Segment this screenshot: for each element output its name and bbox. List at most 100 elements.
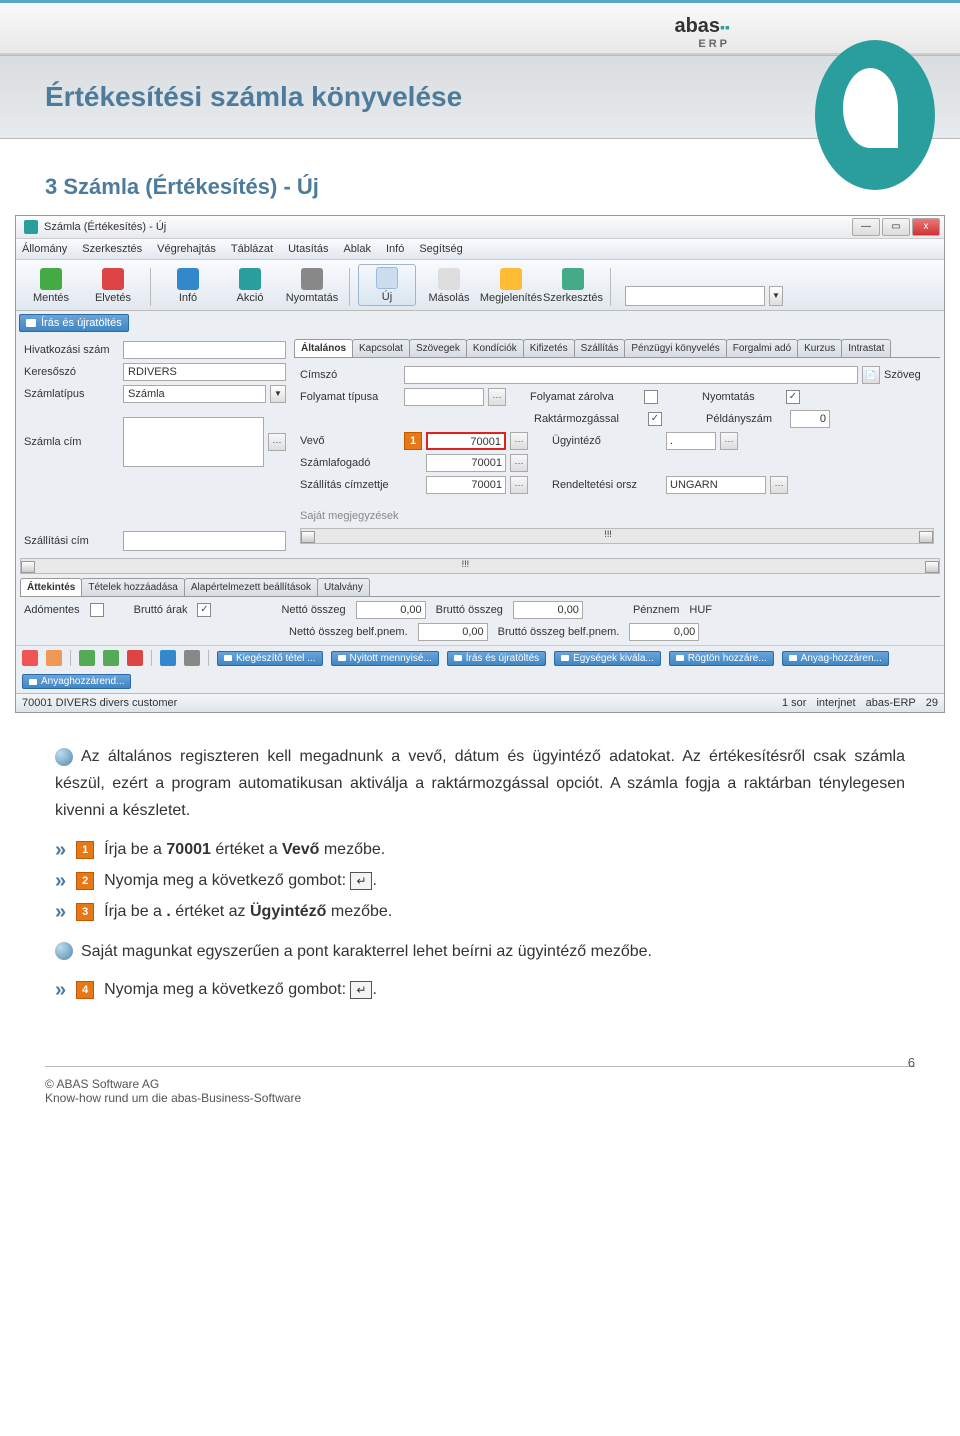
doc-icon[interactable]: 📄 bbox=[862, 366, 880, 384]
tab-finance[interactable]: Pénzügyi könyvelés bbox=[624, 339, 726, 357]
print-small-icon[interactable] bbox=[184, 650, 200, 666]
tabstrip-lower: Áttekintés Tételek hozzáadása Alapértelm… bbox=[20, 578, 940, 597]
bruttoarak-checkbox[interactable]: ✓ bbox=[197, 603, 211, 617]
plus2-icon[interactable] bbox=[103, 650, 119, 666]
action-units[interactable]: Egységek kivála... bbox=[554, 651, 661, 666]
action-open-qty[interactable]: Nyitott mennyisé... bbox=[331, 651, 439, 666]
tab-intrastat[interactable]: Intrastat bbox=[841, 339, 891, 357]
menu-help[interactable]: Segítség bbox=[419, 243, 462, 255]
lookup-icon[interactable]: ⋯ bbox=[488, 388, 506, 406]
menu-exec[interactable]: Végrehajtás bbox=[157, 243, 216, 255]
ugy-input[interactable]: . bbox=[666, 432, 716, 450]
rend-input[interactable]: UNGARN bbox=[666, 476, 766, 494]
discard-button[interactable]: Elvetés bbox=[84, 266, 142, 306]
h-scrollbar[interactable]: !!! bbox=[300, 528, 934, 544]
search-input[interactable]: RDIVERS bbox=[123, 363, 286, 381]
lookup-icon[interactable]: ⋯ bbox=[720, 432, 738, 450]
toolbar-search-dropdown[interactable]: ▼ bbox=[769, 286, 783, 306]
copy-button[interactable]: Másolás bbox=[420, 266, 478, 306]
action-material[interactable]: Anyag-hozzáren... bbox=[782, 651, 889, 666]
minimize-button[interactable]: — bbox=[852, 218, 880, 236]
plus-icon[interactable] bbox=[79, 650, 95, 666]
lookup-icon[interactable]: ⋯ bbox=[770, 476, 788, 494]
grid-icon[interactable] bbox=[22, 650, 38, 666]
tab-contact[interactable]: Kapcsolat bbox=[352, 339, 410, 357]
x-icon bbox=[102, 268, 124, 290]
folyamat-input[interactable] bbox=[404, 388, 484, 406]
tab-defaults[interactable]: Alapértelmezett beállítások bbox=[184, 578, 318, 596]
separator bbox=[610, 268, 611, 306]
lookup-icon[interactable]: ⋯ bbox=[268, 433, 286, 451]
tab-overview[interactable]: Áttekintés bbox=[20, 578, 82, 596]
action-extra-item[interactable]: Kiegészítő tétel ... bbox=[217, 651, 323, 666]
h-scrollbar[interactable]: !!! bbox=[20, 558, 940, 574]
tab-pay[interactable]: Kifizetés bbox=[523, 339, 575, 357]
peld-input[interactable]: 0 bbox=[790, 410, 830, 428]
tab-additems[interactable]: Tételek hozzáadása bbox=[81, 578, 185, 596]
action-write-reload[interactable]: Írás és újratöltés bbox=[447, 651, 546, 666]
lookup-icon[interactable]: ⋯ bbox=[510, 454, 528, 472]
minus-icon[interactable] bbox=[127, 650, 143, 666]
info-bullet-icon bbox=[55, 748, 73, 766]
szf-input[interactable]: 70001 bbox=[426, 454, 506, 472]
tab-voucher[interactable]: Utalvány bbox=[317, 578, 370, 596]
window-title: Számla (Értékesítés) - Új bbox=[44, 221, 166, 233]
lookup-icon[interactable]: ⋯ bbox=[510, 432, 528, 450]
ship-textarea[interactable] bbox=[123, 531, 286, 551]
menu-instr[interactable]: Utasítás bbox=[288, 243, 328, 255]
lookup-icon[interactable]: ⋯ bbox=[510, 476, 528, 494]
tab-vat[interactable]: Forgalmi adó bbox=[726, 339, 798, 357]
tab-cond[interactable]: Kondíciók bbox=[466, 339, 524, 357]
write-reload-bar[interactable]: Írás és újratöltés bbox=[19, 314, 129, 332]
menu-info[interactable]: Infó bbox=[386, 243, 404, 255]
separator bbox=[349, 268, 350, 306]
close-button[interactable]: x bbox=[912, 218, 940, 236]
dropdown-icon[interactable]: ▼ bbox=[270, 385, 286, 403]
type-select[interactable]: Számla bbox=[123, 385, 266, 403]
sc-input[interactable]: 70001 bbox=[426, 476, 506, 494]
page-number: 6 bbox=[908, 1055, 915, 1070]
tab-deliv[interactable]: Szállítás bbox=[574, 339, 626, 357]
netto-label: Nettó összeg bbox=[281, 604, 345, 616]
footer-copyright: © ABAS Software AG bbox=[45, 1077, 915, 1091]
marker-3-inline: 3 bbox=[76, 903, 94, 921]
folyzar-checkbox[interactable] bbox=[644, 390, 658, 404]
app-window: Számla (Értékesítés) - Új — ▭ x Állomány… bbox=[15, 215, 945, 713]
addr-textarea[interactable] bbox=[123, 417, 264, 467]
info-button[interactable]: Infó bbox=[159, 266, 217, 306]
save-button[interactable]: Mentés bbox=[22, 266, 80, 306]
corner-a-graphic bbox=[815, 40, 935, 190]
menu-edit[interactable]: Szerkesztés bbox=[82, 243, 142, 255]
toolbar: Mentés Elvetés Infó Akció Nyomtatás Új M… bbox=[16, 260, 944, 311]
marker-1-inline: 1 bbox=[76, 841, 94, 859]
addr-label: Számla cím bbox=[24, 436, 119, 448]
raktarm-label: Raktármozgással bbox=[534, 413, 644, 425]
menu-window[interactable]: Ablak bbox=[343, 243, 371, 255]
status-app: abas-ERP bbox=[866, 697, 916, 709]
menu-table[interactable]: Táblázat bbox=[231, 243, 273, 255]
new-button[interactable]: Új bbox=[358, 264, 416, 306]
ref-input[interactable] bbox=[123, 341, 286, 359]
cimszo-input[interactable] bbox=[404, 366, 858, 384]
print-button[interactable]: Nyomtatás bbox=[283, 266, 341, 306]
tab-general[interactable]: Általános bbox=[294, 339, 353, 357]
action-addnow[interactable]: Rögtön hozzáre... bbox=[669, 651, 774, 666]
tab-rate[interactable]: Kurzus bbox=[797, 339, 842, 357]
marker-1: 1 bbox=[404, 432, 422, 450]
cimszo-label: Címszó bbox=[300, 369, 400, 381]
menu-file[interactable]: Állomány bbox=[22, 243, 67, 255]
action-material2[interactable]: Anyaghozzárend... bbox=[22, 674, 131, 689]
nyom-checkbox[interactable]: ✓ bbox=[786, 390, 800, 404]
info-small-icon[interactable] bbox=[160, 650, 176, 666]
show-button[interactable]: Megjelenítés bbox=[482, 266, 540, 306]
action-button[interactable]: Akció bbox=[221, 266, 279, 306]
maximize-button[interactable]: ▭ bbox=[882, 218, 910, 236]
ado-checkbox[interactable] bbox=[90, 603, 104, 617]
toolbar-search-input[interactable] bbox=[625, 286, 765, 306]
grid2-icon[interactable] bbox=[46, 650, 62, 666]
tab-texts[interactable]: Szövegek bbox=[409, 339, 467, 357]
edit-button[interactable]: Szerkesztés bbox=[544, 266, 602, 306]
vevo-input[interactable]: 70001 bbox=[426, 432, 506, 450]
raktarm-checkbox[interactable]: ✓ bbox=[648, 412, 662, 426]
folyzar-label: Folyamat zárolva bbox=[530, 391, 640, 403]
